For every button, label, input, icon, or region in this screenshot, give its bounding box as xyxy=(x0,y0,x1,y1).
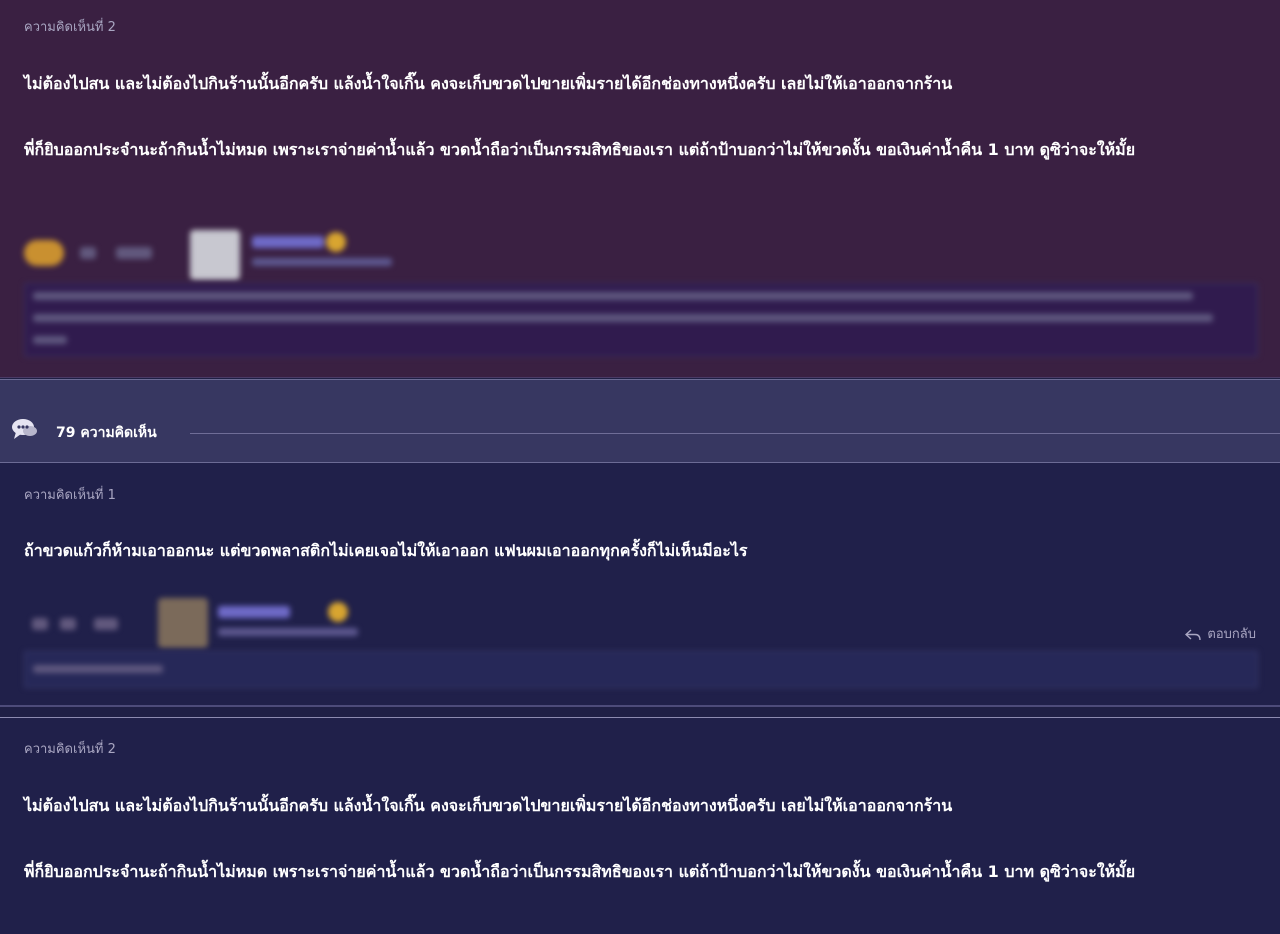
avatar[interactable] xyxy=(190,230,240,280)
comment-count-bar: 79 ความคิดเห็น xyxy=(0,379,1280,463)
comment-item: ความคิดเห็นที่ 2 ไม่ต้องไปสน และไม่ต้องไ… xyxy=(0,718,1280,934)
comment-text-paragraph: ถ้าขวดแก้วก็ห้ามเอาออกนะ แต่ขวดพลาสติกไม… xyxy=(24,541,748,560)
comment-item: ความคิดเห็นที่ 1 ถ้าขวดแก้วก็ห้ามเอาออกน… xyxy=(0,463,1280,705)
member-badge-icon xyxy=(326,232,346,252)
comment-label: ความคิดเห็นที่ 2 xyxy=(24,742,116,757)
post-date xyxy=(252,258,392,266)
post-date xyxy=(218,628,358,636)
quoted-text-line xyxy=(33,314,1213,322)
reply-label: ตอบกลับ xyxy=(1207,627,1256,642)
comment-text-paragraph: พี่ก็ยิบออกประจำนะถ้ากินน้ำไม่หมด เพราะเ… xyxy=(24,140,1136,159)
comment-label: ความคิดเห็นที่ 1 xyxy=(24,488,116,503)
comment-label: ความคิดเห็นที่ 2 xyxy=(24,20,116,35)
featured-comment: ความคิดเห็นที่ 2 ไม่ต้องไปสน และไม่ต้องไ… xyxy=(0,0,1280,378)
quoted-text-line xyxy=(33,336,67,344)
reaction-icon[interactable] xyxy=(32,618,48,630)
divider xyxy=(190,433,1280,434)
vote-icon[interactable] xyxy=(116,247,152,259)
quoted-text-line xyxy=(33,292,1193,300)
comment-text-paragraph: ไม่ต้องไปสน และไม่ต้องไปกินร้านนั้นอีกคร… xyxy=(24,74,953,93)
comment-meta xyxy=(24,230,444,280)
comment-meta xyxy=(24,598,424,648)
quoted-text-line xyxy=(33,665,163,673)
avatar[interactable] xyxy=(158,598,208,648)
emoji-reaction-icon[interactable] xyxy=(24,240,64,266)
comment-count-label: 79 ความคิดเห็น xyxy=(56,425,157,441)
vote-icon[interactable] xyxy=(94,618,118,630)
reaction-count-icon xyxy=(60,618,76,630)
divider xyxy=(0,705,1280,707)
comment-text-paragraph: พี่ก็ยิบออกประจำนะถ้ากินน้ำไม่หมด เพราะเ… xyxy=(24,862,1136,881)
username[interactable] xyxy=(218,606,290,618)
quoted-reply-box xyxy=(24,283,1258,357)
quoted-reply-box xyxy=(24,651,1258,688)
reply-button[interactable]: ตอบกลับ xyxy=(1185,623,1256,644)
member-badge-icon xyxy=(328,602,348,622)
username[interactable] xyxy=(252,236,324,248)
speech-bubble-icon xyxy=(12,419,37,439)
reaction-count-icon xyxy=(80,247,96,259)
comment-text-paragraph: ไม่ต้องไปสน และไม่ต้องไปกินร้านนั้นอีกคร… xyxy=(24,796,953,815)
reply-arrow-icon xyxy=(1185,628,1202,640)
